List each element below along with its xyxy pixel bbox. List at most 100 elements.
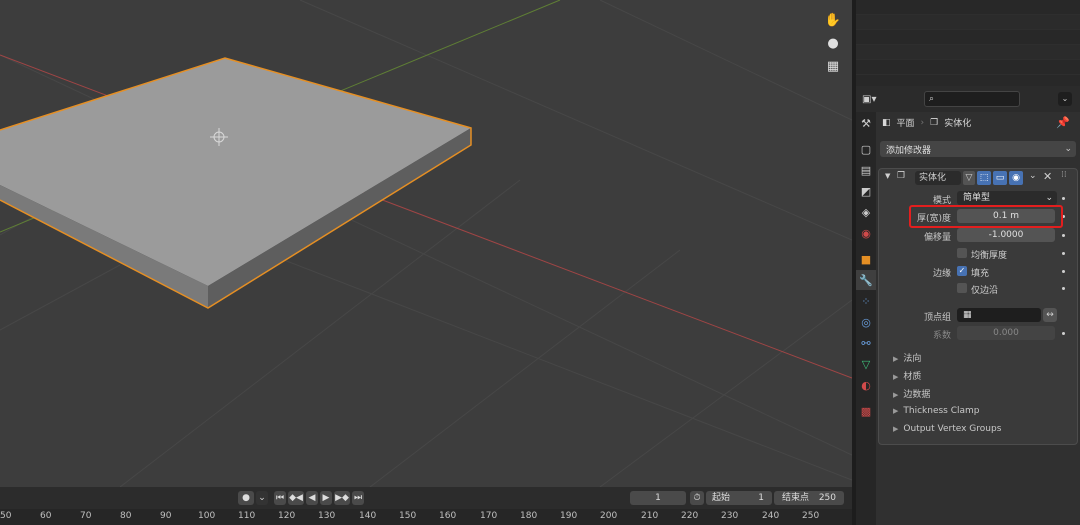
hand-pan-icon[interactable]: ✋ (822, 10, 844, 30)
search-icon: ⌕ (929, 94, 935, 104)
modifier-panel: ◧ 平面 › ❐ 实体化 📌 添加修改器 ⌄ ▼ ❐ 实体化 ▽ ⬚ ▭ ◉ ⌄ (876, 112, 1080, 525)
data-tab-icon[interactable]: ▽ (856, 354, 876, 374)
render-tab-icon[interactable]: ▢ (856, 139, 876, 159)
view-layer-tab-icon[interactable]: ◩ (856, 181, 876, 201)
expand-triangle-icon: ▶ (893, 355, 899, 363)
even-thickness-checkbox[interactable] (957, 248, 967, 258)
vertex-group-label: 顶点组 (923, 313, 951, 323)
current-frame-field[interactable]: 1 (630, 491, 686, 505)
ruler-tick: 200 (600, 511, 618, 521)
prev-keyframe-button[interactable]: ◆◀ (288, 491, 304, 505)
collapse-triangle-icon[interactable]: ▼ (885, 172, 890, 180)
properties-editor: ▣▾ ⌕ ⌄ ⚒ ▢ ▤ ◩ ◈ ◉ ■ 🔧 ⁘ ◎ ⚯ ▽ ◐ ▩ ◧ 平面 … (856, 86, 1080, 525)
render-camera-icon[interactable]: ◉ (1009, 171, 1023, 185)
ruler-tick: 190 (560, 511, 578, 521)
object-tab-icon[interactable]: ■ (856, 249, 876, 269)
next-keyframe-button[interactable]: ▶◆ (334, 491, 350, 505)
ruler-tick: 150 (399, 511, 417, 521)
editor-type-icon[interactable]: ▣▾ (862, 92, 884, 106)
physics-tab-icon[interactable]: ◎ (856, 312, 876, 332)
subpanel-normals[interactable]: ▶ 法向 (893, 351, 921, 364)
ruler-tick: 220 (681, 511, 699, 521)
subpanel-materials[interactable]: ▶ 材质 (893, 369, 921, 382)
vertex-group-icon: ▦ (963, 310, 972, 320)
breadcrumb-modifier: 实体化 (944, 119, 972, 129)
ruler-tick: 170 (480, 511, 498, 521)
constraints-tab-icon[interactable]: ⚯ (856, 333, 876, 353)
realtime-display-icon[interactable]: ▭ (993, 171, 1007, 185)
close-icon[interactable]: ✕ (1043, 170, 1052, 183)
options-dropdown[interactable]: ⌄ (1058, 92, 1072, 106)
invert-arrows-icon[interactable]: ↔ (1043, 308, 1057, 322)
animate-dot[interactable] (1062, 332, 1065, 335)
record-button[interactable]: ● (238, 491, 254, 505)
only-rim-checkbox[interactable] (957, 283, 967, 293)
properties-header: ▣▾ ⌕ ⌄ (856, 86, 1080, 112)
subpanel-output-vertex-groups[interactable]: ▶ Output Vertex Groups (893, 424, 1001, 434)
timeline-header: ● ⌄ ⏮ ◆◀ ◀ ▶ ▶◆ ⏭ 1 ⏱ 起始 1 结束点 250 (0, 487, 852, 509)
keying-dropdown[interactable]: ⌄ (256, 491, 268, 505)
world-tab-icon[interactable]: ◉ (856, 223, 876, 243)
vertex-group-field[interactable]: ▦ (957, 308, 1041, 322)
breadcrumb-separator-icon: › (920, 117, 925, 128)
ruler-tick: 210 (641, 511, 659, 521)
offset-field[interactable]: -1.0000 (957, 228, 1055, 242)
timeline-ruler[interactable]: 50 60 70 80 90 100 110 120 130 140 150 1… (0, 509, 852, 525)
play-reverse-button[interactable]: ◀ (306, 491, 318, 505)
expand-triangle-icon: ▶ (893, 407, 899, 415)
animate-dot[interactable] (1062, 234, 1065, 237)
fill-checkbox[interactable]: ✓ (957, 266, 967, 276)
outliner-area[interactable] (856, 0, 1080, 86)
ruler-tick: 70 (80, 511, 92, 521)
highlight-box (909, 205, 1063, 228)
particles-tab-icon[interactable]: ⁘ (856, 291, 876, 311)
animate-dot[interactable] (1062, 287, 1065, 290)
jump-end-button[interactable]: ⏭ (352, 491, 364, 505)
jump-start-button[interactable]: ⏮ (274, 491, 286, 505)
ruler-tick: 140 (359, 511, 377, 521)
factor-label: 系数 (932, 331, 951, 341)
add-modifier-dropdown[interactable]: 添加修改器 ⌄ (880, 141, 1076, 157)
animate-dot[interactable] (1062, 197, 1065, 200)
on-cage-icon[interactable]: ▽ (963, 171, 975, 185)
pin-icon[interactable]: 📌 (1056, 116, 1070, 129)
camera-icon[interactable]: ● (822, 33, 844, 53)
offset-label: 偏移量 (923, 233, 951, 243)
breadcrumb: ◧ 平面 › ❐ 实体化 (882, 116, 972, 130)
subpanel-thickness-clamp[interactable]: ▶ Thickness Clamp (893, 406, 980, 416)
factor-field[interactable]: 0.000 (957, 326, 1055, 340)
grid-perspective-icon[interactable]: ▦ (822, 56, 844, 76)
output-tab-icon[interactable]: ▤ (856, 160, 876, 180)
texture-tab-icon[interactable]: ▩ (856, 401, 876, 421)
chevron-down-icon: ⌄ (1045, 193, 1053, 203)
viewport-scene[interactable] (0, 0, 852, 487)
tool-tab-icon[interactable]: ⚒ (856, 113, 876, 133)
only-rim-label: 仅边沿 (971, 286, 999, 296)
mode-dropdown[interactable]: 简单型 ⌄ (957, 191, 1057, 205)
ruler-tick: 160 (439, 511, 457, 521)
breadcrumb-object: 平面 (896, 119, 915, 129)
material-tab-icon[interactable]: ◐ (856, 375, 876, 395)
play-button[interactable]: ▶ (320, 491, 332, 505)
end-frame-field[interactable]: 结束点 250 (774, 491, 844, 505)
edit-mode-icon[interactable]: ⬚ (977, 171, 991, 185)
modifier-tab-icon[interactable]: 🔧 (856, 270, 876, 290)
start-frame-field[interactable]: 起始 1 (706, 491, 772, 505)
modifier-menu-chevron-icon[interactable]: ⌄ (1029, 171, 1037, 181)
animate-dot[interactable] (1062, 252, 1065, 255)
solidify-icon: ❐ (897, 171, 906, 181)
subpanel-edge-data[interactable]: ▶ 边数据 (893, 387, 930, 400)
expand-triangle-icon: ▶ (893, 425, 899, 433)
ruler-tick: 250 (802, 511, 820, 521)
scene-tab-icon[interactable]: ◈ (856, 202, 876, 222)
stopwatch-icon[interactable]: ⏱ (690, 491, 704, 505)
modifier-name-field[interactable]: 实体化 (915, 171, 961, 185)
expand-triangle-icon: ▶ (893, 373, 899, 381)
search-input[interactable]: ⌕ (924, 91, 1020, 107)
ruler-tick: 120 (278, 511, 296, 521)
properties-tabs: ⚒ ▢ ▤ ◩ ◈ ◉ ■ 🔧 ⁘ ◎ ⚯ ▽ ◐ ▩ (856, 112, 876, 525)
3d-viewport[interactable]: ✋ ● ▦ (0, 0, 852, 487)
drag-handle-icon[interactable]: ⁞⁞ (1061, 170, 1067, 180)
animate-dot[interactable] (1062, 270, 1065, 273)
ruler-tick: 240 (762, 511, 780, 521)
